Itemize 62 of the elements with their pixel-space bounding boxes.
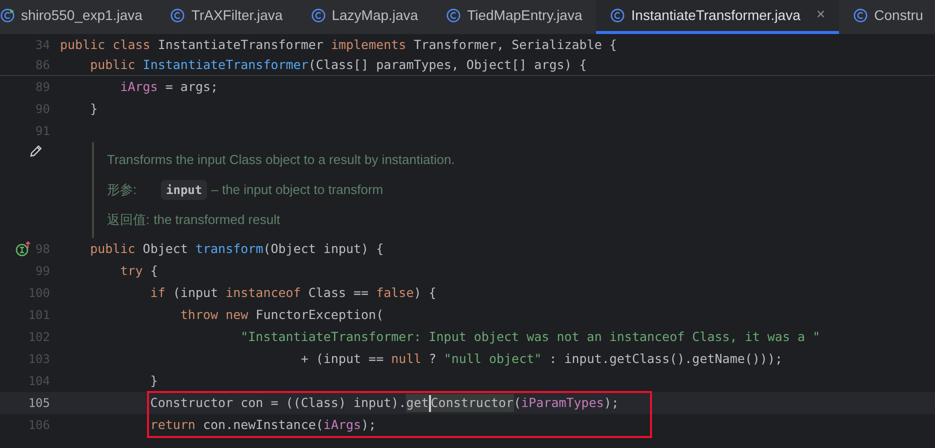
return-description: the transformed result — [154, 210, 280, 228]
code-token: public — [89, 56, 136, 74]
code-token: return — [149, 416, 196, 434]
code-token: { — [150, 262, 158, 280]
doc-label: 形参: — [107, 180, 138, 199]
class-icon — [853, 8, 868, 23]
code-token: transform — [195, 240, 264, 258]
code-token: ) { — [414, 284, 436, 302]
code-token: ? — [428, 350, 438, 368]
editor-tab[interactable]: TiedMapEntry.java — [432, 0, 596, 34]
doc-summary: Transforms the input Class object to a result by instantiation. — [107, 151, 455, 169]
code-token: } — [89, 100, 98, 118]
code-token: (Class[] paramTypes, Object[] args) { — [308, 56, 587, 74]
class-icon — [170, 8, 186, 23]
param-name-chip: input — [161, 180, 208, 200]
class-icon — [0, 8, 15, 23]
class-icon — [446, 8, 462, 23]
line-number: 105 — [28, 395, 50, 412]
code-token: try — [119, 262, 144, 280]
code-token: (Object input) { — [263, 240, 384, 258]
code-token: iParamTypes — [521, 394, 604, 412]
class-icon — [310, 8, 326, 23]
code-token: instanceof — [226, 284, 302, 302]
code-token: + (input == — [300, 350, 385, 368]
doc-label: 返回值: — [107, 210, 150, 228]
editor-tab[interactable]: LazyMap.java — [296, 0, 432, 34]
code-token: con.newInstance( — [203, 416, 324, 434]
code-token: Object — [142, 240, 189, 258]
code-token: (input — [172, 284, 220, 302]
code-token: implements — [330, 36, 408, 54]
code-token: iArgs — [323, 416, 362, 434]
close-button[interactable]: × — [816, 4, 826, 27]
code-token: "InstantiateTransformer: Input object was not an instanceof Class, it was a " — [240, 328, 820, 346]
code-token: Class == — [308, 284, 370, 302]
param-description: – the input object to transform — [211, 180, 384, 199]
code-token: public class — [60, 36, 152, 54]
editor-tab[interactable]: Constru — [839, 0, 935, 34]
editor-tab[interactable]: TrAXFilter.java — [156, 0, 297, 34]
usage-highlight: Constructor — [430, 394, 514, 412]
code-token: Transformer, Serializable { — [414, 36, 617, 54]
code-token: iArgs — [119, 78, 158, 96]
code-token: } — [149, 372, 158, 390]
code-token: if — [149, 284, 166, 302]
code-token: ); — [604, 394, 619, 412]
code-token: InstantiateTransformer — [142, 56, 308, 74]
code-token: : input.getClass().getName())); — [548, 350, 782, 368]
code-token: null — [391, 350, 422, 368]
code-token: public — [89, 240, 136, 258]
code-token: = args; — [164, 78, 218, 96]
class-icon — [610, 8, 626, 23]
code-token: "null object" — [444, 350, 542, 368]
code-token: Constructor con = ((Class) input). — [149, 394, 406, 412]
editor-tab[interactable]: InstantiateTransformer.java × — [596, 0, 840, 34]
editor-tab[interactable]: shiro550_exp1.java — [0, 0, 156, 34]
code-token: ( — [514, 394, 522, 412]
usage-highlight: get — [406, 394, 429, 412]
code-token: FunctorException( — [256, 306, 384, 324]
code-token: InstantiateTransformer — [158, 36, 324, 54]
code-token: false — [376, 284, 414, 302]
pencil-icon[interactable] — [29, 144, 43, 158]
code-token: ); — [361, 416, 376, 434]
code-token: throw new — [179, 306, 250, 324]
